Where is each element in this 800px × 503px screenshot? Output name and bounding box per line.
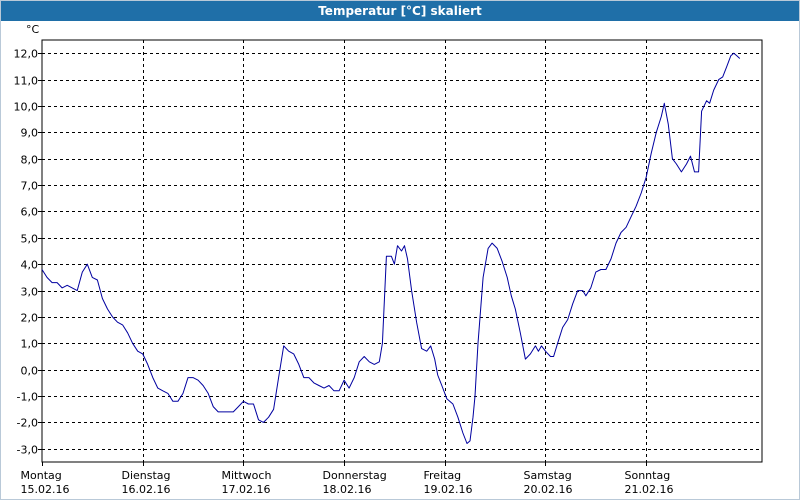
- y-tick-label: 3,0: [21, 286, 39, 299]
- y-tick-label: 2,0: [21, 312, 39, 325]
- y-tick-label: -2,0: [17, 417, 38, 430]
- chart-window: Temperatur [°C] skaliert -3,0 -2,0 -1,0 0,0…: [0, 0, 800, 500]
- x-tick-weekday: Dienstag: [122, 469, 171, 482]
- y-tick-label: 9,0: [21, 127, 39, 140]
- y-tick-label: 4,0: [21, 259, 39, 272]
- y-tick-label: 0,0: [21, 365, 39, 378]
- x-tick-weekday: Donnerstag: [323, 469, 387, 482]
- x-tick-date: 19.02.16: [424, 483, 473, 496]
- window-title: Temperatur [°C] skaliert: [1, 1, 799, 21]
- y-tick-label: 12,0: [14, 48, 39, 61]
- x-tick-date: 21.02.16: [625, 483, 674, 496]
- x-tick-date: 18.02.16: [323, 483, 372, 496]
- y-tick-label: 6,0: [21, 206, 39, 219]
- y-tick-label: 11,0: [14, 75, 39, 88]
- x-tick-weekday: Mittwoch: [222, 469, 272, 482]
- x-tick-date: 15.02.16: [21, 483, 70, 496]
- x-tick-weekday: Sonntag: [625, 469, 671, 482]
- plot-area: -3,0 -2,0 -1,0 0,0 1,0 2,0 3,0 4,0 5,0 6,0 7,0 8,0 9…: [1, 21, 799, 499]
- y-unit-label: °C: [26, 23, 40, 36]
- x-tick-weekday: Freitag: [424, 469, 462, 482]
- y-tick-label: 5,0: [21, 233, 39, 246]
- y-tick-label: 8,0: [21, 154, 39, 167]
- y-tick-label: -3,0: [17, 444, 38, 457]
- x-tick-date: 16.02.16: [122, 483, 171, 496]
- x-tick-date: 17.02.16: [222, 483, 271, 496]
- x-tick-weekday: Samstag: [524, 469, 572, 482]
- y-tick-label: 7,0: [21, 180, 39, 193]
- y-tick-label: 10,0: [14, 101, 39, 114]
- temperature-chart: -3,0 -2,0 -1,0 0,0 1,0 2,0 3,0 4,0 5,0 6,0 7,0 8,0 9…: [14, 23, 763, 496]
- x-tick-weekday: Montag: [21, 469, 62, 482]
- x-tick-date: 20.02.16: [524, 483, 573, 496]
- y-tick-label: 1,0: [21, 338, 39, 351]
- y-tick-label: -1,0: [17, 391, 38, 404]
